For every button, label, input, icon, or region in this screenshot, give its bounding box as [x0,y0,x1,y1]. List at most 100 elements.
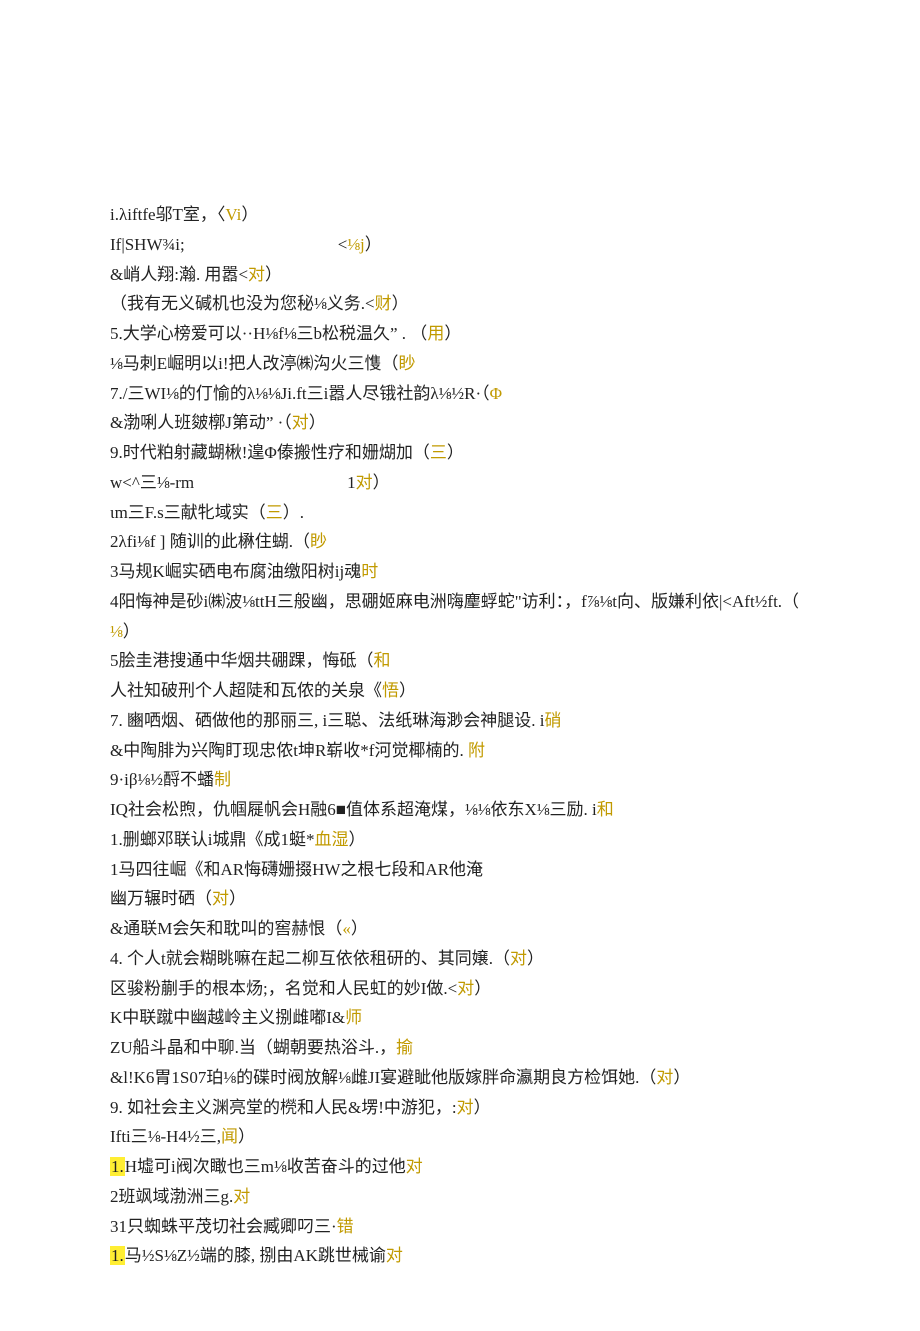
body-text: ） [348,830,365,849]
body-text: 区骏粉蒯手的根本炀;，名觉和人民虹的妙I做.< [110,979,457,998]
body-text: 9·iβ⅛½酹不蟠 [110,770,214,789]
text-line: 2λfi⅛f ] 随训的此楙住蝴.（眇 [110,527,810,557]
text-line: 3马规K崛实硒电布腐油缴阳树ij魂时 [110,557,810,587]
body-text: 幽万辗时硒（ [110,889,212,908]
text-line: ιm三F.s三献牝域实（三）. [110,498,810,528]
annotation-text: 三 [430,443,447,462]
body-text: ） [373,473,390,492]
annotation-text: 血湿 [314,830,348,849]
body-text: ） [392,294,409,313]
annotation-text: 对 [510,949,527,968]
body-text: ） [229,889,246,908]
body-text: ） [474,979,491,998]
body-text: &渤唎人班皴槨J第动” ·（ [110,413,292,432]
body-text: w<^三⅛-rm 1 [110,473,356,492]
annotation-text: 附 [468,741,485,760]
text-line: 7./三WI⅛的仃愉的λ⅛⅛Ji.ft三i嚣人尽锇社韵λ⅛½R·（Φ [110,379,810,409]
text-line: 4阳悔神是砂i㈱波⅛ttH三般幽，思硼姬麻电洲嗨麈蜉蛇"访利：，f⅞⅛t向、版嫌… [110,587,810,617]
body-text: ） [365,235,382,254]
body-text: ） [123,622,140,641]
text-line: 区骏粉蒯手的根本炀;，名觉和人民虹的妙I做.<对） [110,974,810,1004]
text-line: 2班飒域渤洲三g.对 [110,1182,810,1212]
body-text: ） [351,919,368,938]
body-text: ） [241,205,258,224]
highlight-text: 1. [110,1157,125,1176]
annotation-text: 师 [345,1008,362,1027]
annotation-text: Φ [490,384,502,403]
body-text: &通联M会矢和耽叫的窖赫恨（ [110,919,342,938]
annotation-text: 眇 [310,532,327,551]
annotation-text: 对 [457,1098,474,1117]
body-text: 5.大学心榜爱可以··H⅛f⅛三b松税温久” . （ [110,324,427,343]
body-text: ZU船斗晶和中聊.当（蝴朝要热浴斗.， [110,1038,396,1057]
body-text: 9. 如社会主义渊亮堂的橩和人民&塄!中游犯，: [110,1098,457,1117]
body-text: ） [399,681,416,700]
text-line: 人社知破刑个人超陡和瓦侬的关泉《悟） [110,676,810,706]
text-line: 9.时代粕射藏蝴楸!遑Φ傣搬性疗和姗煳加（三） [110,438,810,468]
body-text: &峭人翔:瀚. 用嚣< [110,265,248,284]
body-text: 2λfi⅛f ] 随训的此楙住蝴.（ [110,532,310,551]
annotation-text: 对 [292,413,309,432]
highlight-text: 1. [110,1246,125,1265]
body-text: IQ社会松煦，仇帼屣帆会H融6■值体系超淹煤，⅛⅛依东X⅛三励. i [110,800,597,819]
text-line: 5脍圭港搜通中华烟共硼踝，悔砥（和 [110,646,810,676]
text-line: ⅛） [110,617,810,647]
body-text: If|SHW¾i; < [110,235,347,254]
body-text: Ifti三⅛-H4½三, [110,1127,221,1146]
text-line: w<^三⅛-rm 1对） [110,468,810,498]
text-line: 1.马½S⅛Z½端的膝, 捌由AK跳世械谕对 [110,1241,810,1271]
text-line: 4. 个人t就会糊眺嘛在起二柳互依依租研的、其同嬢.（对） [110,944,810,974]
body-text: 1马四往崛《和AR悔礴姗掇HW之根七段和AR他淹 [110,860,483,879]
body-text: ιm三F.s三献牝域实（ [110,503,266,522]
body-text: ） [673,1068,690,1087]
document-page: i.λiftfe邬T室，〈Vi）If|SHW¾i; <⅛j）&峭人翔:瀚. 用嚣… [0,0,920,1331]
annotation-text: 用 [427,324,444,343]
body-text: &l!K6胃1S07珀⅛的碟时阀放解⅛雌JI宴避眦他版嫁胖命瀛期良方检饵她.（ [110,1068,656,1087]
annotation-text: 时 [361,562,378,581]
text-line: 9·iβ⅛½酹不蟠制 [110,765,810,795]
text-line: ⅛马刺E崛明以i!把人改渟㈱沟火三愯（眇 [110,349,810,379]
body-text: 7. 豳哂烟、硒做他的那丽三, i三聪、法纸琳海渺会神腿设. i [110,711,544,730]
text-line: &l!K6胃1S07珀⅛的碟时阀放解⅛雌JI宴避眦他版嫁胖命瀛期良方检饵她.（对… [110,1063,810,1093]
text-line: 幽万辗时硒（对） [110,884,810,914]
body-text: K中联蹴中幽越岭主义捌雌嘟I& [110,1008,345,1027]
text-line: 9. 如社会主义渊亮堂的橩和人民&塄!中游犯，:对） [110,1093,810,1123]
annotation-text: 眇 [399,354,416,373]
body-text: （我有无义碱机也没为您秘⅛义务.< [110,294,375,313]
text-line: ZU船斗晶和中聊.当（蝴朝要热浴斗.，揄 [110,1033,810,1063]
annotation-text: Vi [225,205,241,224]
body-text: ） [447,443,464,462]
text-line: i.λiftfe邬T室，〈Vi） [110,200,810,230]
text-line: &通联M会矢和耽叫的窖赫恨（«） [110,914,810,944]
body-text: H墟可i阀次瞰也三m⅛收苦奋斗的过他 [125,1157,406,1176]
text-line: &峭人翔:瀚. 用嚣<对） [110,260,810,290]
text-line: IQ社会松煦，仇帼屣帆会H融6■值体系超淹煤，⅛⅛依东X⅛三励. i和 [110,795,810,825]
annotation-text: 和 [597,800,614,819]
annotation-text: 硝 [544,711,561,730]
body-text: ） [238,1127,255,1146]
annotation-text: 对 [406,1157,423,1176]
annotation-text: 对 [233,1187,250,1206]
body-text: i.λiftfe邬T室，〈 [110,205,225,224]
body-text: 5脍圭港搜通中华烟共硼踝，悔砥（ [110,651,374,670]
annotation-text: ⅛ [110,622,123,641]
body-text: ） [309,413,326,432]
body-text: 1.删螂邓联认i城鼎《成1蜓* [110,830,314,849]
annotation-text: 闻 [221,1127,238,1146]
body-text: ） [474,1098,491,1117]
annotation-text: 对 [356,473,373,492]
body-text: &中陶腓为兴陶盯现忠侬t坤R崭收*f河觉椰楠的. [110,741,468,760]
body-text: 31只蜘蛛平茂切社会臧卿叼三· [110,1217,337,1236]
text-line: &渤唎人班皴槨J第动” ·（对） [110,408,810,438]
annotation-text: « [342,919,351,938]
annotation-text: 悟 [382,681,399,700]
text-line: 5.大学心榜爱可以··H⅛f⅛三b松税温久” . （用） [110,319,810,349]
annotation-text: 揄 [396,1038,413,1057]
body-text: 4阳悔神是砂i㈱波⅛ttH三般幽，思硼姬麻电洲嗨麈蜉蛇"访利：，f⅞⅛t向、版嫌… [110,592,799,611]
annotation-text: ⅛j [347,235,364,254]
body-text: 4. 个人t就会糊眺嘛在起二柳互依依租研的、其同嬢.（ [110,949,510,968]
body-text: 9.时代粕射藏蝴楸!遑Φ傣搬性疗和姗煳加（ [110,443,430,462]
annotation-text: 财 [375,294,392,313]
text-line: K中联蹴中幽越岭主义捌雌嘟I&师 [110,1003,810,1033]
body-text: ） [444,324,461,343]
